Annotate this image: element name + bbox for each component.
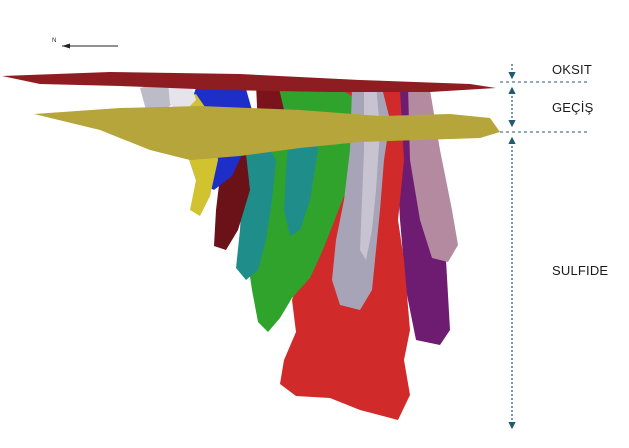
north-label: N [52, 38, 57, 44]
north-arrow [62, 43, 118, 49]
zone-label-sulfide: SULFIDE [552, 263, 609, 278]
oxide-layer [2, 72, 496, 92]
zone-label-oxide: OKSIT [552, 62, 593, 77]
zone-annotations [500, 64, 590, 430]
geology-section: N OKSIT GEÇİŞ SULFIDE [0, 0, 629, 443]
orebody-3d-model [2, 43, 590, 430]
zone-label-transition: GEÇİŞ [552, 100, 594, 115]
